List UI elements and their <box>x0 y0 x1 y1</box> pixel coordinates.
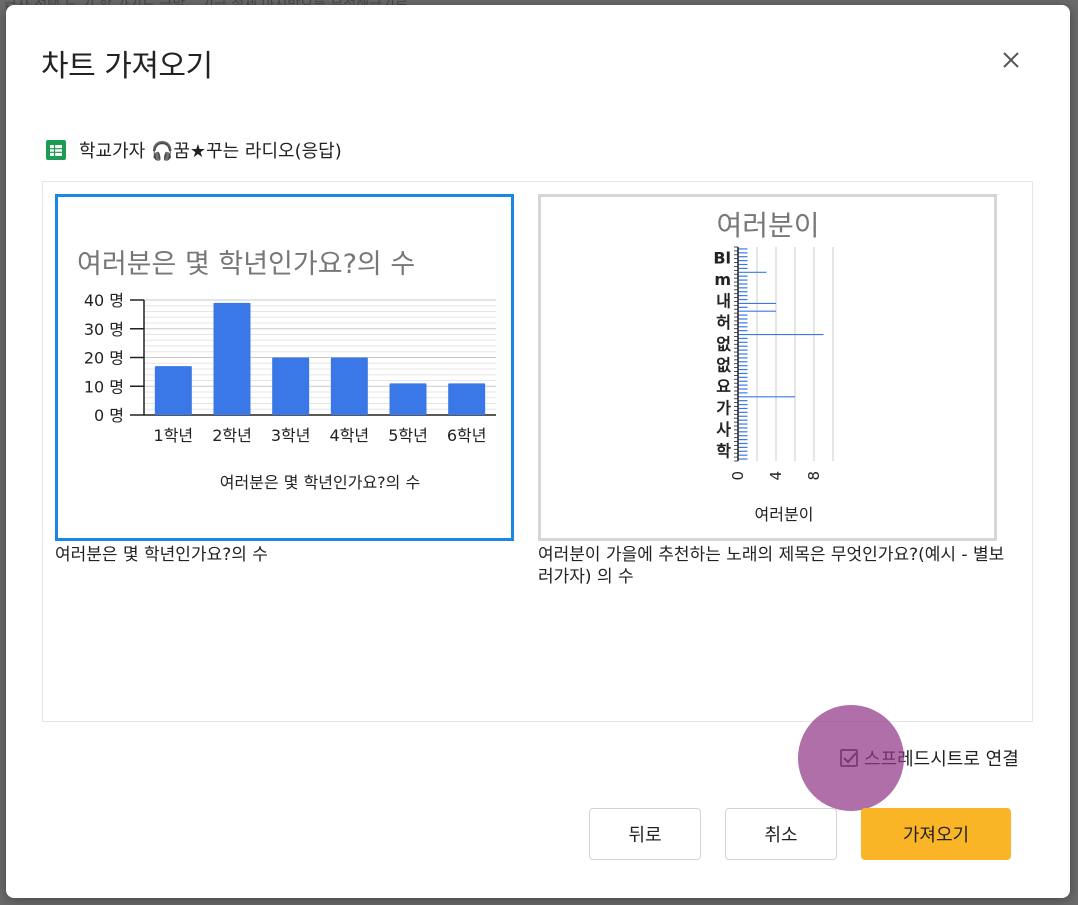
source-name: 학교가자 🎧꿈★꾸는 라디오(응답) <box>79 141 342 162</box>
connect-checkbox[interactable] <box>840 749 858 767</box>
source-spreadsheet: 학교가자 🎧꿈★꾸는 라디오(응답) <box>45 137 342 163</box>
y-tick-label: 요 <box>716 377 731 396</box>
back-button[interactable]: 뒤로 <box>589 808 701 860</box>
y-tick-label: Bl <box>713 249 731 268</box>
connect-label: 스프레드시트로 연결 <box>864 749 1019 770</box>
grade-count-bar-chart: 여러분은 몇 학년인가요?의 수 0 명 10 명 20 명 30 명 40 명 1학년 2학… <box>77 249 496 492</box>
x-tick-label: 4 <box>767 471 785 481</box>
chart-thumbnail-2[interactable]: 여러분이 Bl m 내 허 없 없 요 가 사 학 0 4 8 여러분이 <box>538 194 997 541</box>
cancel-button[interactable]: 취소 <box>725 808 837 860</box>
y-tick-label: 없 <box>716 356 731 375</box>
chart-card-1[interactable]: 여러분은 몇 학년인가요?의 수 0 명 10 명 20 명 30 명 40 명 1학년 2학… <box>55 194 525 566</box>
chart-list: 여러분은 몇 학년인가요?의 수 0 명 10 명 20 명 30 명 40 명 1학년 2학… <box>42 181 1033 722</box>
chart-caption-1: 여러분은 몇 학년인가요?의 수 <box>55 545 268 565</box>
import-button[interactable]: 가져오기 <box>861 808 1011 860</box>
y-tick-label: 0 명 <box>94 406 124 425</box>
x-tick-label: 6학년 <box>447 426 487 445</box>
y-tick-label: 20 명 <box>84 349 124 368</box>
song-count-bar-chart: 여러분이Blm내허없없요가사학0 4 8여러분이 <box>713 209 834 524</box>
y-tick-label: m <box>714 270 731 289</box>
chart-thumbnail-1[interactable]: 여러분은 몇 학년인가요?의 수 0 명 10 명 20 명 30 명 40 명 1학년 2학… <box>55 194 514 541</box>
google-sheets-icon <box>46 140 66 160</box>
close-icon <box>1003 52 1019 68</box>
y-tick-label: 학 <box>716 441 731 460</box>
import-chart-dialog: 차트 가져오기 학교가자 🎧꿈★꾸는 라디오(응답) 여러분은 몇 학년인가요?… <box>6 5 1070 898</box>
dialog-title: 차트 가져오기 <box>41 49 213 84</box>
y-tick-label: 가 <box>716 399 731 418</box>
close-button[interactable] <box>996 45 1026 75</box>
x-tick-label: 0 <box>729 471 747 481</box>
x-tick-label: 4학년 <box>330 426 370 445</box>
y-tick-label: 40 명 <box>84 291 124 310</box>
chart-title: 여러분은 몇 학년인가요?의 수 <box>77 249 415 280</box>
x-tick-label: 1학년 <box>154 426 194 445</box>
x-axis-label: 여러분은 몇 학년인가요?의 수 <box>220 473 420 492</box>
checkmark-icon <box>843 752 857 764</box>
x-tick-label: 8 <box>805 471 823 481</box>
bar <box>213 302 251 415</box>
chart-card-2[interactable]: 여러분이 Bl m 내 허 없 없 요 가 사 학 0 4 8 여러분이 여러분이 가을에 추천하는 노래의… <box>538 194 1008 588</box>
x-axis-label: 여러분이 <box>755 505 814 524</box>
x-tick-label: 2학년 <box>212 426 252 445</box>
chart-caption-2: 여러분이 가을에 추천하는 노래의 제목은 무엇인가요?(예시 - 별보러가자)… <box>538 545 1005 587</box>
bar <box>272 357 310 415</box>
bar <box>330 357 368 415</box>
x-tick-label: 3학년 <box>271 426 311 445</box>
y-tick-label: 30 명 <box>84 320 124 339</box>
y-tick-label: 사 <box>716 420 731 439</box>
y-tick-label: 10 명 <box>84 377 124 396</box>
chart-title: 여러분이 <box>716 209 819 242</box>
bar <box>448 383 486 415</box>
x-tick-label: 5학년 <box>388 426 428 445</box>
bar <box>389 383 427 415</box>
y-tick-label: 허 <box>716 313 731 332</box>
bar <box>154 366 192 415</box>
connect-to-spreadsheet[interactable]: 스프레드시트로 연결 <box>840 745 1019 771</box>
y-tick-label: 내 <box>716 292 731 311</box>
y-tick-label: 없 <box>716 334 731 353</box>
